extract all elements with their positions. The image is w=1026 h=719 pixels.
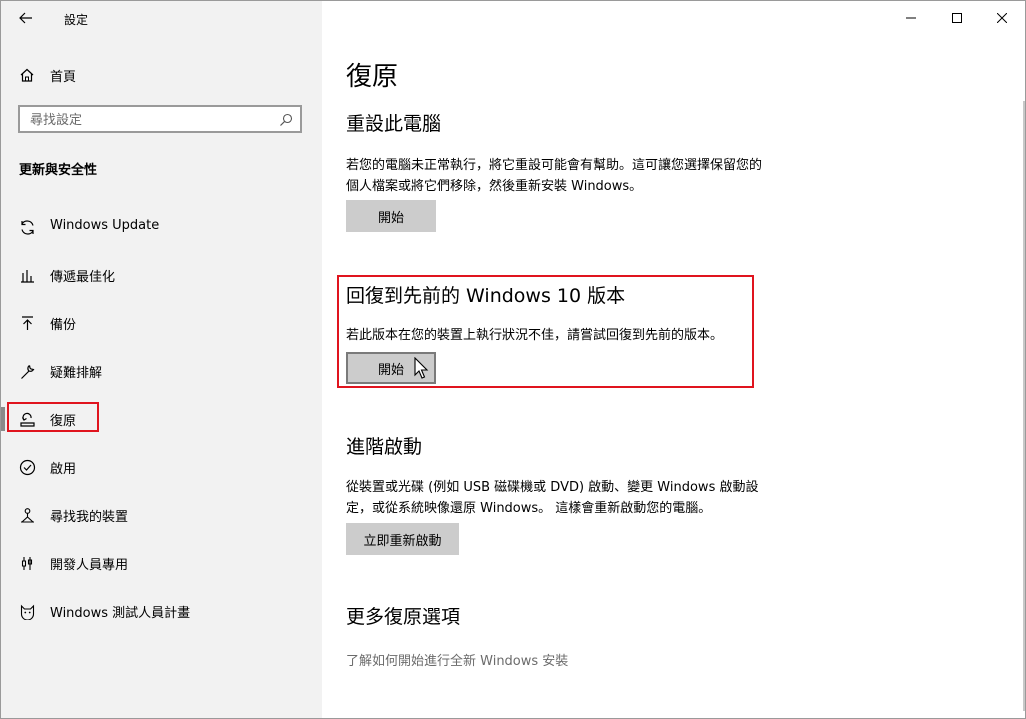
sidebar-item-label: Windows 測試人員計畫 <box>50 606 191 621</box>
sidebar-item-label: 啟用 <box>50 462 77 477</box>
find-device-icon <box>17 505 37 525</box>
restart-now-button[interactable]: 立即重新啟動 <box>346 523 459 555</box>
sidebar-item-activation[interactable]: 啟用 <box>1 449 322 485</box>
advanced-startup-description: 從裝置或光碟 (例如 USB 磁碟機或 DVD) 啟動、變更 Windows 啟… <box>346 477 796 519</box>
sidebar: 設定 首頁 更新與安全性 Windows Update 傳遞最佳化 <box>1 1 322 718</box>
sidebar-item-label: 備份 <box>50 318 77 333</box>
sidebar-item-label: 傳遞最佳化 <box>50 270 116 285</box>
advanced-description-line: 從裝置或光碟 (例如 USB 磁碟機或 DVD) 啟動、變更 Windows 啟… <box>346 480 759 495</box>
maximize-icon <box>952 13 962 23</box>
section-heading: 更新與安全性 <box>19 163 98 178</box>
reset-description-line: 個人檔案或將它們移除，然後重新安裝 Windows。 <box>346 179 643 194</box>
minimize-icon <box>906 17 916 19</box>
home-icon <box>17 65 37 85</box>
selection-indicator <box>1 407 5 431</box>
advanced-startup-title: 進階啟動 <box>346 436 423 458</box>
fresh-install-link[interactable]: 了解如何開始進行全新 Windows 安裝 <box>346 650 568 669</box>
rollback-section-title: 回復到先前的 Windows 10 版本 <box>346 285 626 307</box>
nav-home-label: 首頁 <box>50 69 77 85</box>
app-title: 設定 <box>64 13 89 27</box>
page-title: 復原 <box>346 62 399 92</box>
sidebar-item-windows-update[interactable]: Windows Update <box>1 209 322 245</box>
sidebar-item-label: 疑難排解 <box>50 366 103 381</box>
search-icon[interactable] <box>278 112 294 128</box>
back-arrow-icon <box>19 12 32 24</box>
recovery-highlight-box <box>7 402 99 432</box>
sidebar-item-label: 尋找我的裝置 <box>50 510 129 525</box>
close-icon <box>997 13 1007 23</box>
scrollbar[interactable] <box>1023 101 1025 711</box>
minimize-button[interactable] <box>887 1 935 35</box>
more-options-title: 更多復原選項 <box>346 606 461 628</box>
reset-start-button[interactable]: 開始 <box>346 200 436 232</box>
settings-window: 設定 首頁 更新與安全性 Windows Update 傳遞最佳化 <box>0 0 1026 719</box>
close-button[interactable] <box>978 1 1025 35</box>
sidebar-item-label: 開發人員專用 <box>50 558 129 573</box>
sidebar-item-delivery-optimization[interactable]: 傳遞最佳化 <box>1 257 322 293</box>
sync-icon <box>17 217 37 237</box>
main-content: 復原 重設此電腦 若您的電腦未正常執行，將它重設可能會有幫助。這可讓您選擇保留您… <box>322 1 1025 718</box>
rollback-description: 若此版本在您的裝置上執行狀況不佳，請嘗試回復到先前的版本。 <box>346 328 724 343</box>
reset-description-line: 若您的電腦未正常執行，將它重設可能會有幫助。這可讓您選擇保留您的 <box>346 158 763 173</box>
wrench-icon <box>17 361 37 381</box>
sidebar-item-find-my-device[interactable]: 尋找我的裝置 <box>1 497 322 533</box>
checkmark-circle-icon <box>17 457 37 477</box>
sidebar-item-label: Windows Update <box>50 218 160 233</box>
mouse-cursor-icon <box>414 357 429 379</box>
maximize-button[interactable] <box>933 1 981 35</box>
insider-cat-icon <box>17 601 37 621</box>
nav-home[interactable]: 首頁 <box>17 63 307 87</box>
developer-tools-icon <box>17 553 37 573</box>
reset-description: 若您的電腦未正常執行，將它重設可能會有幫助。這可讓您選擇保留您的 個人檔案或將它… <box>346 155 796 197</box>
sidebar-item-developers[interactable]: 開發人員專用 <box>1 545 322 581</box>
search-input[interactable] <box>28 110 272 130</box>
advanced-description-line: 定，或從系統映像還原 Windows。 這樣會重新啟動您的電腦。 <box>346 501 712 516</box>
sidebar-item-troubleshoot[interactable]: 疑難排解 <box>1 353 322 389</box>
search-box[interactable] <box>18 105 302 133</box>
sidebar-item-windows-insider[interactable]: Windows 測試人員計畫 <box>1 593 322 629</box>
reset-section-title: 重設此電腦 <box>346 113 442 135</box>
back-button[interactable] <box>9 5 43 31</box>
sidebar-item-backup[interactable]: 備份 <box>1 305 322 341</box>
delivery-optimization-icon <box>17 265 37 285</box>
backup-upload-icon <box>17 313 37 333</box>
